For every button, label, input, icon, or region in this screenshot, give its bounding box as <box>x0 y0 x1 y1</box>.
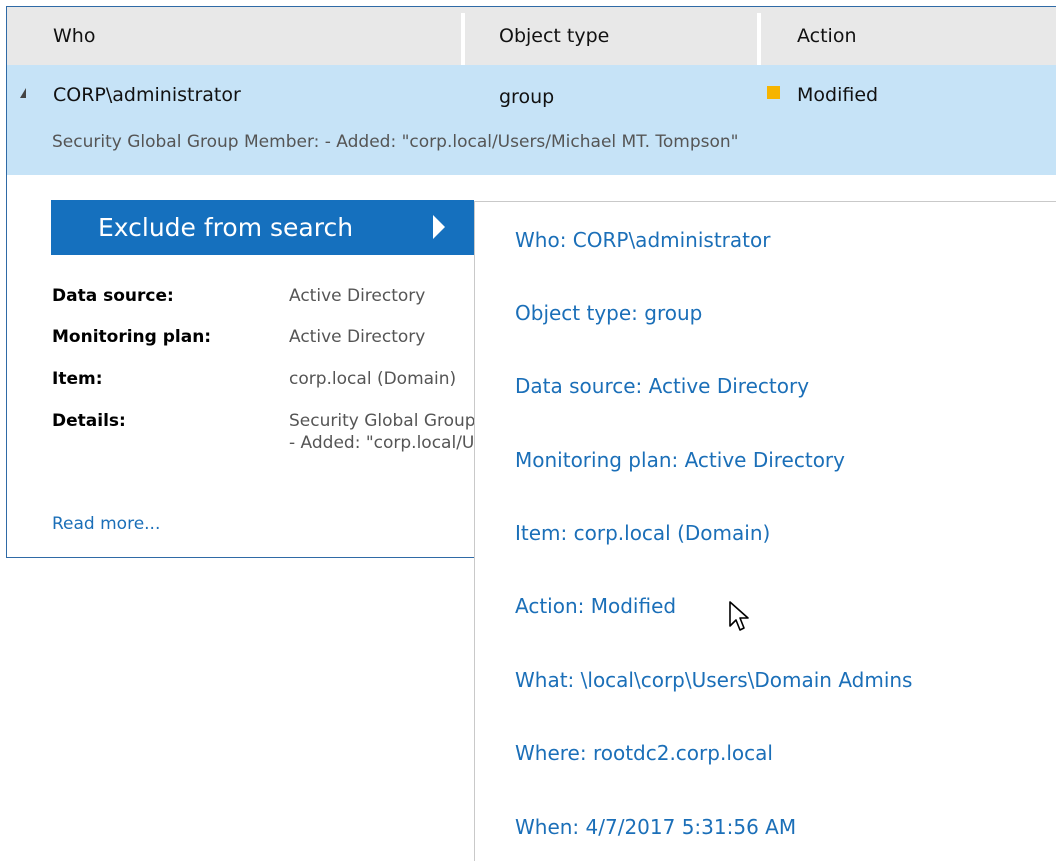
details-label: Details: <box>52 411 126 431</box>
row-detail-text: Security Global Group Member: - Added: "… <box>52 132 739 152</box>
mouse-cursor-icon <box>729 601 749 631</box>
menu-item-what[interactable]: What: \local\corp\Users\Domain Admins <box>515 668 912 692</box>
menu-item-object-type[interactable]: Object type: group <box>515 301 702 325</box>
column-header-object-type[interactable]: Object type <box>499 7 609 65</box>
column-header-action[interactable]: Action <box>797 7 857 65</box>
menu-item-who[interactable]: Who: CORP\administrator <box>515 228 770 252</box>
submenu-arrow-icon <box>433 215 445 239</box>
row-who: CORP\administrator <box>53 84 241 106</box>
column-divider[interactable] <box>757 13 761 65</box>
menu-item-when[interactable]: When: 4/7/2017 5:31:56 AM <box>515 815 796 839</box>
exclude-submenu: Who: CORP\administrator Object type: gro… <box>474 201 1056 861</box>
table-header: Who Object type Action <box>7 7 1056 65</box>
table-row-selected[interactable] <box>7 65 1056 175</box>
data-source-label: Data source: <box>52 286 174 306</box>
monitoring-plan-label: Monitoring plan: <box>52 327 212 347</box>
column-header-who[interactable]: Who <box>53 7 95 65</box>
details-value-line1: Security Global Group Member: <box>289 411 474 431</box>
row-object-type: group <box>499 86 555 108</box>
column-divider[interactable] <box>461 13 465 65</box>
menu-item-where[interactable]: Where: rootdc2.corp.local <box>515 741 773 765</box>
menu-item-data-source[interactable]: Data source: Active Directory <box>515 374 809 398</box>
menu-item-monitoring-plan[interactable]: Monitoring plan: Active Directory <box>515 448 845 472</box>
collapse-triangle-icon[interactable] <box>20 88 26 98</box>
item-label: Item: <box>52 369 103 389</box>
modified-status-icon <box>767 86 780 99</box>
row-action: Modified <box>797 84 879 106</box>
data-source-value: Active Directory <box>289 286 426 306</box>
item-value: corp.local (Domain) <box>289 369 457 389</box>
menu-item-action[interactable]: Action: Modified <box>515 594 676 618</box>
read-more-link[interactable]: Read more... <box>52 514 160 534</box>
monitoring-plan-value: Active Directory <box>289 327 426 347</box>
exclude-from-search-label: Exclude from search <box>98 213 354 242</box>
exclude-from-search-button[interactable]: Exclude from search <box>51 200 474 255</box>
details-value-line2: - Added: "corp.local/Users/Michael MT. T… <box>289 433 474 453</box>
menu-item-item[interactable]: Item: corp.local (Domain) <box>515 521 770 545</box>
